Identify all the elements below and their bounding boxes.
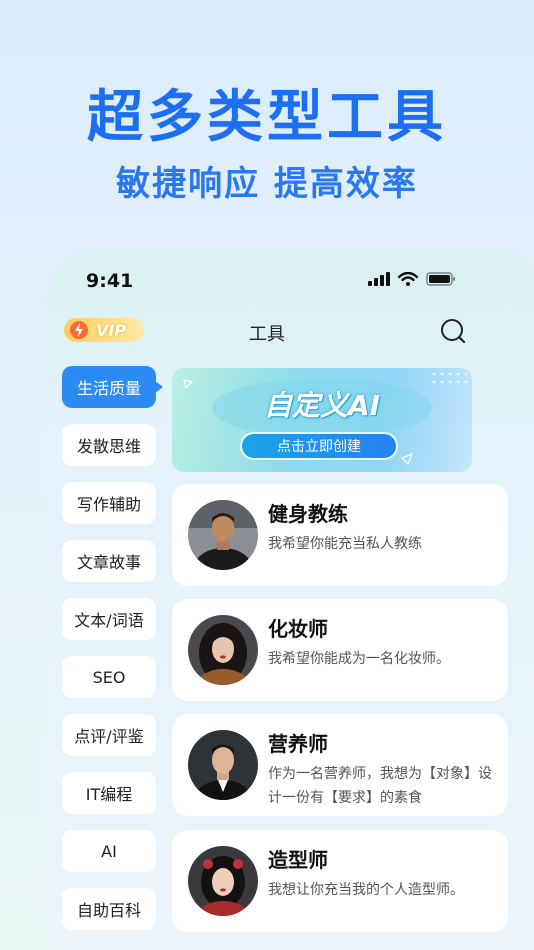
- sidebar-item-label: IT编程: [85, 785, 133, 804]
- sidebar-item-label: AI: [101, 841, 117, 861]
- search-icon[interactable]: [440, 318, 466, 344]
- banner-title: 自定义AI: [263, 389, 381, 422]
- wifi-icon: [398, 272, 418, 286]
- sidebar-item-life-quality[interactable]: 生活质量: [62, 366, 163, 408]
- sidebar-item-text-words[interactable]: 文本/词语: [62, 598, 156, 640]
- sidebar-item-label: 文本/词语: [74, 611, 144, 630]
- card-title: 化妆师: [268, 617, 328, 641]
- status-icons: [368, 272, 456, 286]
- card-title: 营养师: [268, 732, 328, 756]
- sidebar-item-writing-aid[interactable]: 写作辅助: [62, 482, 156, 524]
- card-description: 我希望你能成为一名化妆师。: [268, 651, 450, 667]
- custom-ai-banner[interactable]: 自定义AI 点击立即创建: [172, 368, 472, 472]
- avatar: [188, 500, 258, 570]
- phone-mockup: 9:41 VIP 工具 生活质量 发散思维 写作辅助 文章故事 文本/词语 SE…: [46, 252, 534, 950]
- sidebar-item-ai[interactable]: AI: [62, 830, 156, 872]
- stylist-avatar-image: [188, 846, 258, 916]
- status-time: 9:41: [86, 270, 134, 292]
- battery-icon: [426, 272, 455, 286]
- sidebar-item-label: 发散思维: [76, 437, 141, 456]
- sidebar-item-encyclopedia[interactable]: 自助百科: [62, 888, 156, 930]
- card-title: 造型师: [268, 848, 328, 872]
- hero-title: 超多类型工具: [87, 85, 447, 150]
- makeup-artist-avatar-image: [188, 615, 258, 685]
- avatar: [188, 846, 258, 916]
- sidebar-item-seo[interactable]: SEO: [62, 656, 156, 698]
- sidebar-item-label: SEO: [92, 667, 126, 687]
- tool-card-fitness-coach[interactable]: 健身教练 我希望你能充当私人教练: [172, 484, 508, 586]
- sidebar-item-reviews[interactable]: 点评/评鉴: [62, 714, 156, 756]
- sidebar-item-label: 文章故事: [76, 553, 141, 572]
- tool-card-makeup-artist[interactable]: 化妆师 我希望你能成为一名化妆师。: [172, 599, 508, 701]
- card-description: 作为一名营养师，我想为【对象】设计一份有【要求】的素食: [268, 766, 492, 806]
- nutritionist-avatar-image: [188, 730, 258, 800]
- avatar: [188, 615, 258, 685]
- tool-card-stylist[interactable]: 造型师 我想让你充当我的个人造型师。: [172, 830, 508, 932]
- card-title: 健身教练: [268, 502, 348, 526]
- create-now-button[interactable]: 点击立即创建: [240, 432, 398, 460]
- page-title: 工具: [249, 324, 285, 345]
- hero-subtitle: 敏捷响应 提高效率: [116, 164, 418, 204]
- sidebar-item-articles-stories[interactable]: 文章故事: [62, 540, 156, 582]
- sidebar-item-label: 点评/评鉴: [74, 727, 144, 746]
- sidebar-item-label: 自助百科: [76, 901, 141, 920]
- sidebar-item-label: 生活质量: [76, 379, 141, 398]
- signal-icon: [368, 272, 390, 286]
- avatar: [188, 730, 258, 800]
- card-description: 我想让你充当我的个人造型师。: [268, 882, 464, 898]
- card-description: 我希望你能充当私人教练: [268, 536, 422, 552]
- fitness-coach-avatar-image: [188, 500, 258, 570]
- tool-card-nutritionist[interactable]: 营养师 作为一名营养师，我想为【对象】设计一份有【要求】的素食: [172, 714, 508, 816]
- sidebar-item-label: 写作辅助: [76, 495, 141, 514]
- sidebar-item-divergent-thinking[interactable]: 发散思维: [62, 424, 156, 466]
- sidebar-item-it-programming[interactable]: IT编程: [62, 772, 156, 814]
